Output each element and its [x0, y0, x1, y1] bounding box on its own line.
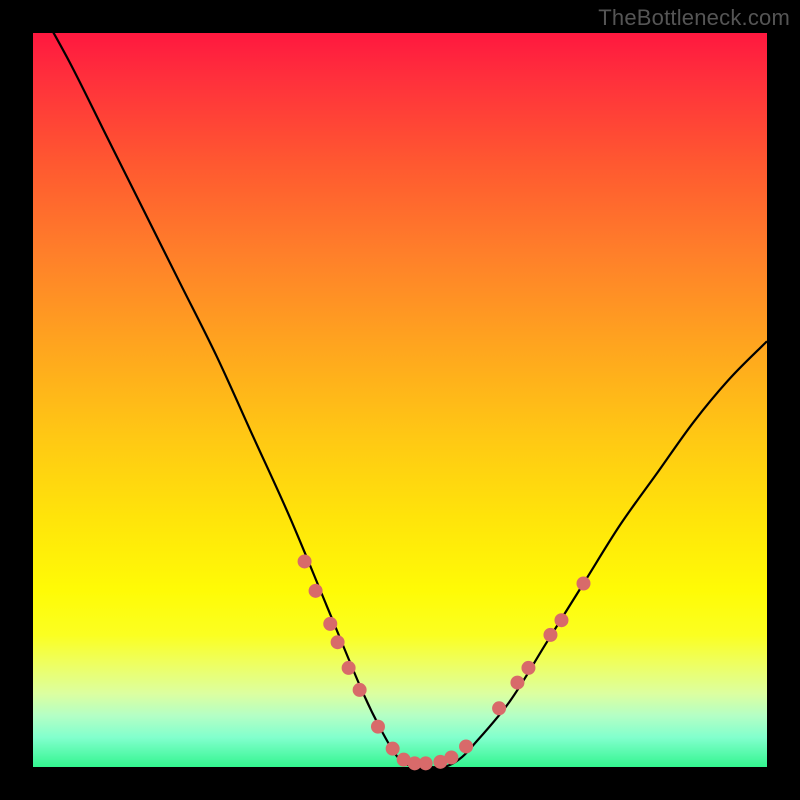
curve-marker	[511, 676, 524, 689]
curve-marker	[386, 742, 399, 755]
curve-marker	[577, 577, 590, 590]
curve-marker	[493, 702, 506, 715]
plot-area	[33, 33, 767, 767]
curve-marker	[309, 584, 322, 597]
watermark-text: TheBottleneck.com	[598, 5, 790, 31]
curve-layer	[33, 33, 767, 767]
curve-marker	[342, 661, 355, 674]
curve-marker	[353, 683, 366, 696]
curve-marker	[324, 617, 337, 630]
curve-marker	[522, 661, 535, 674]
curve-markers	[298, 555, 590, 770]
curve-marker	[544, 628, 557, 641]
curve-marker	[445, 751, 458, 764]
curve-marker	[460, 740, 473, 753]
curve-marker	[298, 555, 311, 568]
curve-marker	[555, 614, 568, 627]
chart-frame: TheBottleneck.com	[0, 0, 800, 800]
bottleneck-curve	[33, 0, 767, 768]
curve-marker	[331, 636, 344, 649]
curve-marker	[371, 720, 384, 733]
curve-marker	[419, 757, 432, 770]
